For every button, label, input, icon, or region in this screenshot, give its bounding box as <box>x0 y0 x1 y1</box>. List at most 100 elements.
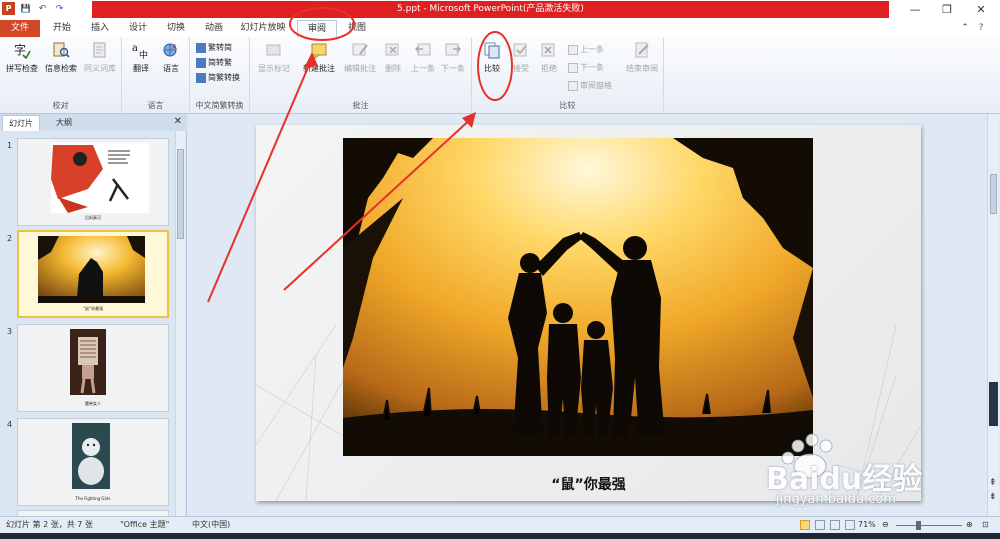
end-review-icon <box>635 42 649 58</box>
compare-label: 比较 <box>484 64 500 73</box>
slide-number: 1 <box>7 141 13 150</box>
group-comments: 显示标记 新建批注 编辑批注 删除 上一条 下一条 批注 <box>250 37 472 114</box>
next-comment-label: 下一条 <box>441 64 465 73</box>
family-silhouette-photo <box>343 138 813 456</box>
slide-caption: The Fighting Girls <box>75 496 111 501</box>
minimize-ribbon-icon[interactable]: ⌃ <box>958 20 972 37</box>
prev-change-label: 上一条 <box>580 45 604 54</box>
accept-button[interactable]: 接受 <box>508 41 534 74</box>
scroll-thumb[interactable] <box>177 149 184 239</box>
trad-to-simp-icon <box>196 42 206 53</box>
tab-home[interactable]: 开始 <box>44 20 80 37</box>
edit-comment-icon <box>352 43 368 56</box>
accept-label: 接受 <box>513 64 529 73</box>
prev-slide-icon[interactable]: ⇞ <box>989 478 997 488</box>
group-label-compare: 比较 <box>559 101 576 110</box>
tab-outline[interactable]: 大纲 <box>50 115 78 131</box>
reject-icon <box>541 43 555 57</box>
slides-pane: 幻灯片 大纲 ✕ 1 后妈真可 2 “鼠”你最强 3 腰带女人 4 The Fi… <box>0 114 187 516</box>
new-comment-label: 新建批注 <box>303 64 335 73</box>
delete-comment-button[interactable]: 删除 <box>380 41 406 74</box>
save-icon[interactable]: 💾 <box>19 2 32 15</box>
fit-to-window-icon[interactable]: ⊡ <box>982 517 989 533</box>
powerpoint-logo-icon[interactable]: P <box>2 2 15 15</box>
tab-file[interactable]: 文件 <box>0 20 40 37</box>
tab-slideshow[interactable]: 幻灯片放映 <box>234 20 292 37</box>
simp-to-trad-button[interactable]: 简转繁 <box>196 57 232 68</box>
translate-button[interactable]: a中 翻译 <box>126 41 156 74</box>
slide-thumbnail-2[interactable]: “鼠”你最强 <box>17 230 169 318</box>
close-pane-icon[interactable]: ✕ <box>174 116 182 127</box>
help-icon[interactable]: ? <box>974 20 988 37</box>
simp-trad-convert-icon <box>196 72 206 83</box>
status-bar: 幻灯片 第 2 张，共 7 张 "Office 主题" 中文(中国) 71% ⊖… <box>0 516 1000 533</box>
thesaurus-icon <box>93 42 106 58</box>
editor-scrollbar[interactable]: ⇞ ⇟ <box>987 114 999 516</box>
slideshow-view-icon[interactable] <box>845 520 855 530</box>
zoom-slider[interactable] <box>896 525 962 526</box>
slide-2-image <box>38 236 145 303</box>
reject-button[interactable]: 拒绝 <box>536 41 562 74</box>
ribbon: 字 拼写检查 信息检索 同义词库 校对 a中 翻译 A 语言 语言 繁转简 简转… <box>0 37 1000 114</box>
next-change-icon <box>568 62 578 73</box>
zoom-in-icon[interactable]: ⊕ <box>966 517 973 533</box>
tab-insert[interactable]: 插入 <box>82 20 118 37</box>
slide-3-image <box>70 329 106 395</box>
redo-icon[interactable]: ↷ <box>53 2 66 15</box>
title-bar: P 💾 ↶ ↷ 5.ppt - Microsoft PowerPoint(产品激… <box>0 0 1000 19</box>
prev-comment-icon <box>415 43 431 56</box>
zoom-slider-thumb[interactable] <box>916 521 921 530</box>
tab-view[interactable]: 视图 <box>339 20 375 37</box>
editor-scroll-thumb[interactable] <box>990 174 997 214</box>
slide-sorter-icon[interactable] <box>815 520 825 530</box>
slides-pane-scrollbar[interactable] <box>175 131 185 516</box>
show-markup-button[interactable]: 显示标记 <box>254 41 294 74</box>
review-pane-button[interactable]: 审阅窗格 <box>568 80 612 91</box>
tab-transitions[interactable]: 切换 <box>158 20 194 37</box>
compare-button[interactable]: 比较 <box>478 41 506 74</box>
language-button[interactable]: A 语言 <box>156 41 186 74</box>
slide-thumbnail-1[interactable]: 后妈真可 <box>17 138 169 226</box>
editor-scroll-marker <box>989 382 998 426</box>
spell-check-button[interactable]: 字 拼写检查 <box>3 41 41 74</box>
group-proofing: 字 拼写检查 信息检索 同义词库 校对 <box>0 37 122 114</box>
trad-to-simp-button[interactable]: 繁转简 <box>196 42 232 53</box>
undo-icon[interactable]: ↶ <box>36 2 49 15</box>
tab-slides[interactable]: 幻灯片 <box>2 115 40 131</box>
theme-name[interactable]: "Office 主题" <box>120 517 169 533</box>
close-button[interactable]: ✕ <box>966 0 996 19</box>
show-markup-label: 显示标记 <box>258 64 290 73</box>
end-review-button[interactable]: 结束审阅 <box>622 41 662 74</box>
next-change-button[interactable]: 下一条 <box>568 62 604 73</box>
tab-review[interactable]: 审阅 <box>297 20 337 37</box>
prev-comment-label: 上一条 <box>411 64 435 73</box>
slide-thumbnail-3[interactable]: 腰带女人 <box>17 324 169 412</box>
thesaurus-button[interactable]: 同义词库 <box>80 41 120 74</box>
prev-change-button[interactable]: 上一条 <box>568 44 604 55</box>
delete-comment-icon <box>385 43 399 56</box>
minimize-button[interactable]: — <box>900 0 930 19</box>
next-slide-icon[interactable]: ⇟ <box>989 492 997 502</box>
review-pane-icon <box>568 80 578 91</box>
language-indicator[interactable]: 中文(中国) <box>192 517 230 533</box>
tab-design[interactable]: 设计 <box>120 20 156 37</box>
new-comment-button[interactable]: 新建批注 <box>298 41 340 74</box>
research-label: 信息检索 <box>45 64 77 73</box>
slide-thumbnail-4[interactable]: The Fighting Girls <box>17 418 169 506</box>
simp-trad-convert-button[interactable]: 简繁转换 <box>196 72 240 83</box>
review-pane-label: 审阅窗格 <box>580 81 612 90</box>
edit-comment-button[interactable]: 编辑批注 <box>340 41 380 74</box>
reading-view-icon[interactable] <box>830 520 840 530</box>
tab-animations[interactable]: 动画 <box>196 20 232 37</box>
ribbon-tab-bar: 文件 开始 插入 设计 切换 动画 幻灯片放映 审阅 视图 ⌃ ? <box>0 19 1000 37</box>
zoom-level[interactable]: 71% <box>858 517 876 533</box>
next-comment-button[interactable]: 下一条 <box>438 41 468 74</box>
restore-button[interactable]: ❐ <box>932 0 962 19</box>
normal-view-icon[interactable] <box>800 520 810 530</box>
slide-caption: “鼠”你最强 <box>82 306 104 311</box>
prev-comment-button[interactable]: 上一条 <box>408 41 438 74</box>
research-button[interactable]: 信息检索 <box>42 41 80 74</box>
slide-number: 4 <box>7 420 13 429</box>
simp-trad-convert-label: 简繁转换 <box>208 73 240 82</box>
zoom-out-icon[interactable]: ⊖ <box>882 517 889 533</box>
